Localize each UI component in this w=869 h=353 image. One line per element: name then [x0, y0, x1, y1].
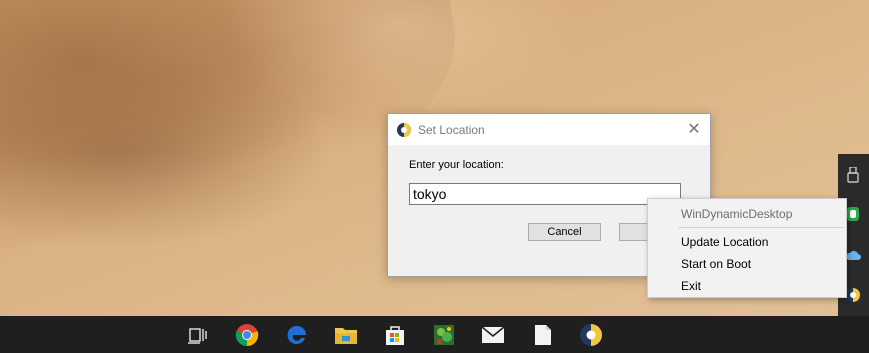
- menu-separator: [678, 227, 844, 228]
- windynamicdesktop-tray-icon[interactable]: [845, 287, 861, 303]
- chrome-icon[interactable]: [234, 322, 260, 348]
- green-drive-icon[interactable]: [845, 206, 861, 222]
- tray-context-menu: WinDynamicDesktop Update Location Start …: [647, 198, 847, 298]
- onedrive-cloud-icon[interactable]: [845, 247, 861, 263]
- menu-header-app-name: WinDynamicDesktop: [681, 207, 793, 221]
- menu-item-start-on-boot[interactable]: Start on Boot: [648, 253, 846, 275]
- location-prompt-label: Enter your location:: [409, 159, 504, 171]
- windynamicdesktop-taskbar-icon[interactable]: [578, 322, 604, 348]
- dune-highlight: [220, 0, 580, 120]
- taskbar: [0, 316, 869, 353]
- dialog-titlebar[interactable]: Set Location ✕: [388, 114, 710, 145]
- store-icon[interactable]: [382, 322, 408, 348]
- close-button[interactable]: ✕: [684, 119, 704, 139]
- game-icon[interactable]: [431, 322, 457, 348]
- document-icon[interactable]: [530, 322, 556, 348]
- file-explorer-icon[interactable]: [333, 322, 359, 348]
- task-view-icon[interactable]: [185, 322, 211, 348]
- edge-icon[interactable]: [284, 322, 310, 348]
- menu-item-update-location[interactable]: Update Location: [648, 231, 846, 253]
- menu-item-exit[interactable]: Exit: [648, 275, 846, 297]
- windynamicdesktop-icon: [397, 122, 411, 137]
- location-input[interactable]: [409, 183, 681, 205]
- dialog-title: Set Location: [418, 122, 485, 137]
- usb-eject-icon[interactable]: [845, 167, 861, 183]
- cancel-button[interactable]: Cancel: [528, 223, 601, 241]
- mail-icon[interactable]: [480, 322, 506, 348]
- close-icon: ✕: [687, 121, 701, 138]
